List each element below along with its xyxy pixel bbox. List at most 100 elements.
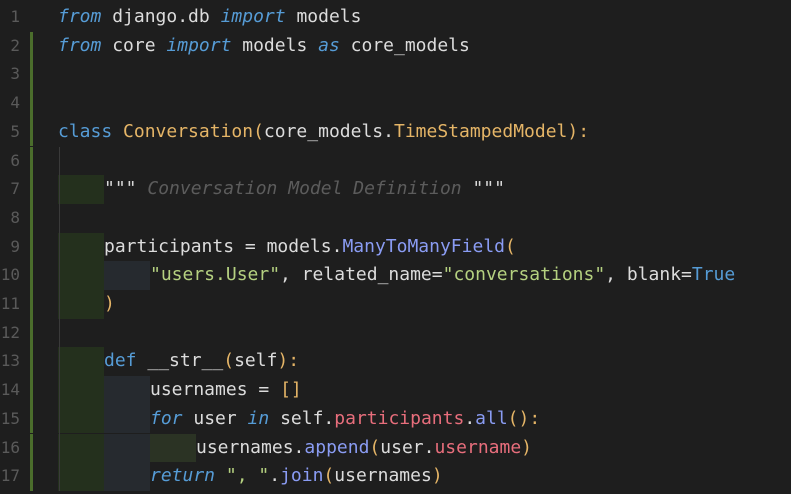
code-line[interactable] [58, 147, 791, 176]
code-token: . [269, 465, 281, 487]
line-number: 7 [10, 179, 20, 199]
code-token: in [247, 407, 270, 429]
code-token: class [58, 120, 113, 142]
code-token: Conversation [112, 120, 254, 142]
code-token: ", " [215, 465, 270, 487]
indent-guide-block [58, 433, 104, 463]
code-token: . [331, 235, 343, 257]
code-token: import [166, 34, 232, 56]
code-line[interactable]: from django.db import models [58, 3, 791, 32]
git-change-marker[interactable] [30, 60, 33, 90]
line-number: 12 [0, 322, 20, 342]
code-token: ( [323, 465, 335, 487]
code-token: True [691, 264, 736, 286]
line-number: 8 [10, 207, 20, 227]
code-line[interactable] [58, 204, 791, 233]
git-change-marker[interactable] [30, 232, 33, 262]
code-token: , blank= [605, 264, 692, 286]
code-line[interactable]: from core import models as core_models [58, 32, 791, 61]
git-change-marker[interactable] [30, 462, 33, 491]
line-number: 1 [10, 7, 20, 26]
git-change-marker[interactable] [30, 203, 33, 233]
code-token: from [58, 34, 102, 56]
code-token: django.db [101, 6, 221, 27]
code-token: return [150, 465, 216, 487]
code-token: __str__ [136, 350, 224, 372]
code-token: def [104, 350, 137, 372]
indent-guide-block [104, 433, 150, 463]
line-number: 4 [10, 93, 20, 113]
git-change-marker[interactable] [30, 261, 33, 290]
code-line[interactable] [58, 89, 791, 118]
git-change-marker[interactable] [30, 433, 33, 463]
indent-guide-block [58, 404, 104, 434]
indent-guide-block [58, 376, 104, 405]
code-token: user [380, 436, 424, 458]
code-line[interactable] [58, 60, 791, 89]
code-token: all [475, 407, 508, 429]
code-token: ( [369, 436, 381, 458]
code-line[interactable]: ) [104, 290, 791, 319]
code-line[interactable]: for user in self.participants.all(): [150, 405, 791, 434]
code-line[interactable] [58, 319, 791, 348]
code-token: "conversations" [442, 264, 606, 286]
code-token: (): [507, 407, 541, 429]
code-token: join [280, 465, 324, 487]
git-change-marker[interactable] [30, 290, 33, 319]
code-token: models [285, 6, 362, 27]
git-change-marker[interactable] [30, 31, 33, 61]
code-token: models [266, 235, 332, 257]
git-change-marker[interactable] [30, 146, 33, 176]
indent-guide-block [58, 290, 104, 319]
indent-guide-block [58, 462, 104, 491]
code-token: core [101, 34, 167, 56]
line-number: 13 [0, 351, 20, 371]
code-line[interactable]: return ", ".join(usernames) [150, 462, 791, 491]
code-token: participants [334, 407, 465, 429]
indent-guide-block [58, 232, 104, 262]
git-change-marker[interactable] [30, 117, 33, 147]
code-token: """ [472, 178, 505, 200]
code-editor[interactable]: 1 2 3 4 5 6 7 8 9 10 11 12 13 14 15 16 17 from django.db… [0, 0, 791, 494]
code-token: Conversation Model Definition [136, 178, 473, 200]
code-line[interactable]: participants = models.ManyToManyField( [104, 233, 791, 262]
git-change-marker[interactable] [30, 404, 33, 434]
code-token: , related_name= [280, 264, 443, 286]
code-token: usernames [196, 436, 294, 458]
git-change-marker[interactable] [30, 175, 33, 204]
code-token: . [464, 407, 476, 429]
code-token: as [318, 34, 340, 56]
git-change-marker[interactable] [30, 347, 33, 377]
git-change-marker[interactable] [30, 89, 33, 118]
code-token: [] [280, 379, 302, 401]
code-token: . [423, 436, 435, 458]
code-line[interactable]: class Conversation(core_models.TimeStamp… [58, 118, 791, 147]
line-number: 17 [0, 466, 20, 486]
line-number: 2 [10, 35, 20, 55]
code-token: ): [277, 350, 300, 372]
line-number: 9 [10, 236, 20, 256]
code-token: TimeStampedModel [393, 120, 568, 142]
code-line[interactable]: def __str__(self): [104, 347, 791, 376]
indent-guide-block [104, 404, 150, 434]
indent-guide-block [58, 261, 104, 290]
code-line[interactable]: usernames = [] [150, 376, 791, 405]
code-token: . [293, 436, 305, 458]
code-line[interactable]: """ Conversation Model Definition """ [104, 175, 791, 204]
git-change-marker[interactable] [30, 318, 33, 348]
indent-guide-block [104, 462, 150, 491]
code-token: models [231, 34, 319, 56]
code-area[interactable]: from django.db import models from core im… [58, 3, 791, 494]
code-token: ( [253, 120, 264, 142]
code-token: "users.User" [150, 264, 281, 286]
code-token: usernames [150, 379, 248, 401]
code-token: ManyToManyField [342, 235, 505, 257]
code-token: self [234, 350, 278, 372]
code-token: user [182, 407, 248, 429]
code-line[interactable]: usernames.append(user.username) [196, 434, 791, 463]
code-line[interactable]: "users.User", related_name="conversation… [150, 261, 791, 290]
git-change-marker[interactable] [30, 376, 33, 405]
line-number-gutter: 1 2 3 4 5 6 7 8 9 10 11 12 13 14 15 16 17 [0, 0, 30, 494]
code-token: ( [505, 235, 516, 257]
code-token: = [247, 379, 281, 401]
